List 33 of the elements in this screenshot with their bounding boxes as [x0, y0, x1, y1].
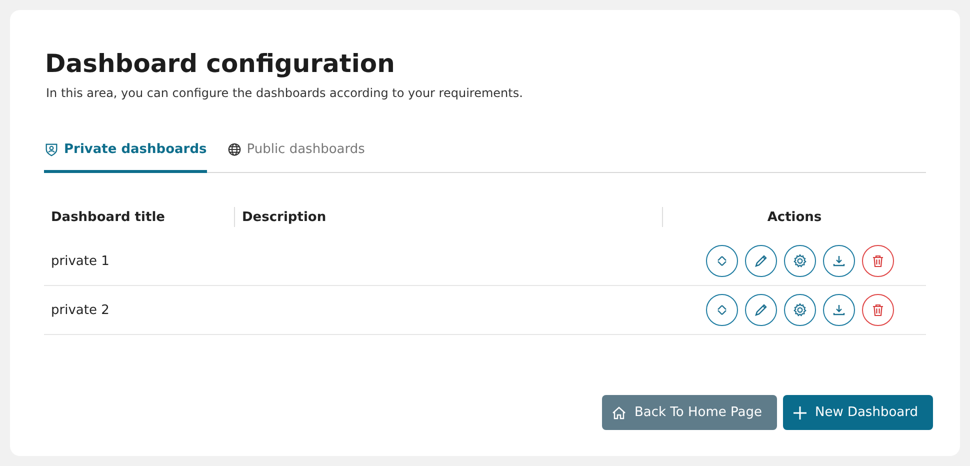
- settings-button[interactable]: [784, 245, 816, 277]
- page-title: Dashboard configuration: [45, 48, 395, 80]
- pencil-icon: [753, 302, 769, 318]
- column-header: Actions: [767, 210, 822, 224]
- settings-button[interactable]: [784, 294, 816, 326]
- back-home-button[interactable]: Back To Home Page: [602, 395, 777, 430]
- trash-icon: [870, 302, 886, 318]
- move-button[interactable]: [706, 294, 738, 326]
- table-cell-text: private 1: [50, 254, 110, 268]
- tab[interactable]: Public dashboards: [226, 136, 365, 173]
- delete-button[interactable]: [862, 245, 894, 277]
- download-button[interactable]: [823, 245, 855, 277]
- table-cell-text: private 2: [50, 302, 110, 318]
- download-icon: [831, 253, 847, 269]
- download-button[interactable]: [823, 294, 855, 326]
- globe-icon: [226, 142, 242, 157]
- pencil-icon: [753, 253, 769, 269]
- delete-button[interactable]: [862, 294, 894, 326]
- edit-button[interactable]: [745, 294, 777, 326]
- shield-user-icon: [44, 142, 59, 157]
- trash-icon: [870, 253, 886, 269]
- column-header: Description: [241, 210, 326, 224]
- edit-button[interactable]: [745, 245, 777, 277]
- plus-icon: [792, 404, 808, 420]
- new-dashboard-button[interactable]: New Dashboard: [782, 395, 933, 430]
- move-button[interactable]: [706, 245, 738, 277]
- tab[interactable]: Private dashboards: [44, 136, 207, 173]
- settings-icon: [792, 302, 808, 318]
- settings-icon: [792, 253, 808, 269]
- column-header: Dashboard title: [50, 210, 166, 224]
- download-icon: [831, 302, 847, 318]
- page-description: In this area, you can configure the dashboards according to your requirements.: [46, 86, 523, 100]
- home-icon: [611, 404, 628, 420]
